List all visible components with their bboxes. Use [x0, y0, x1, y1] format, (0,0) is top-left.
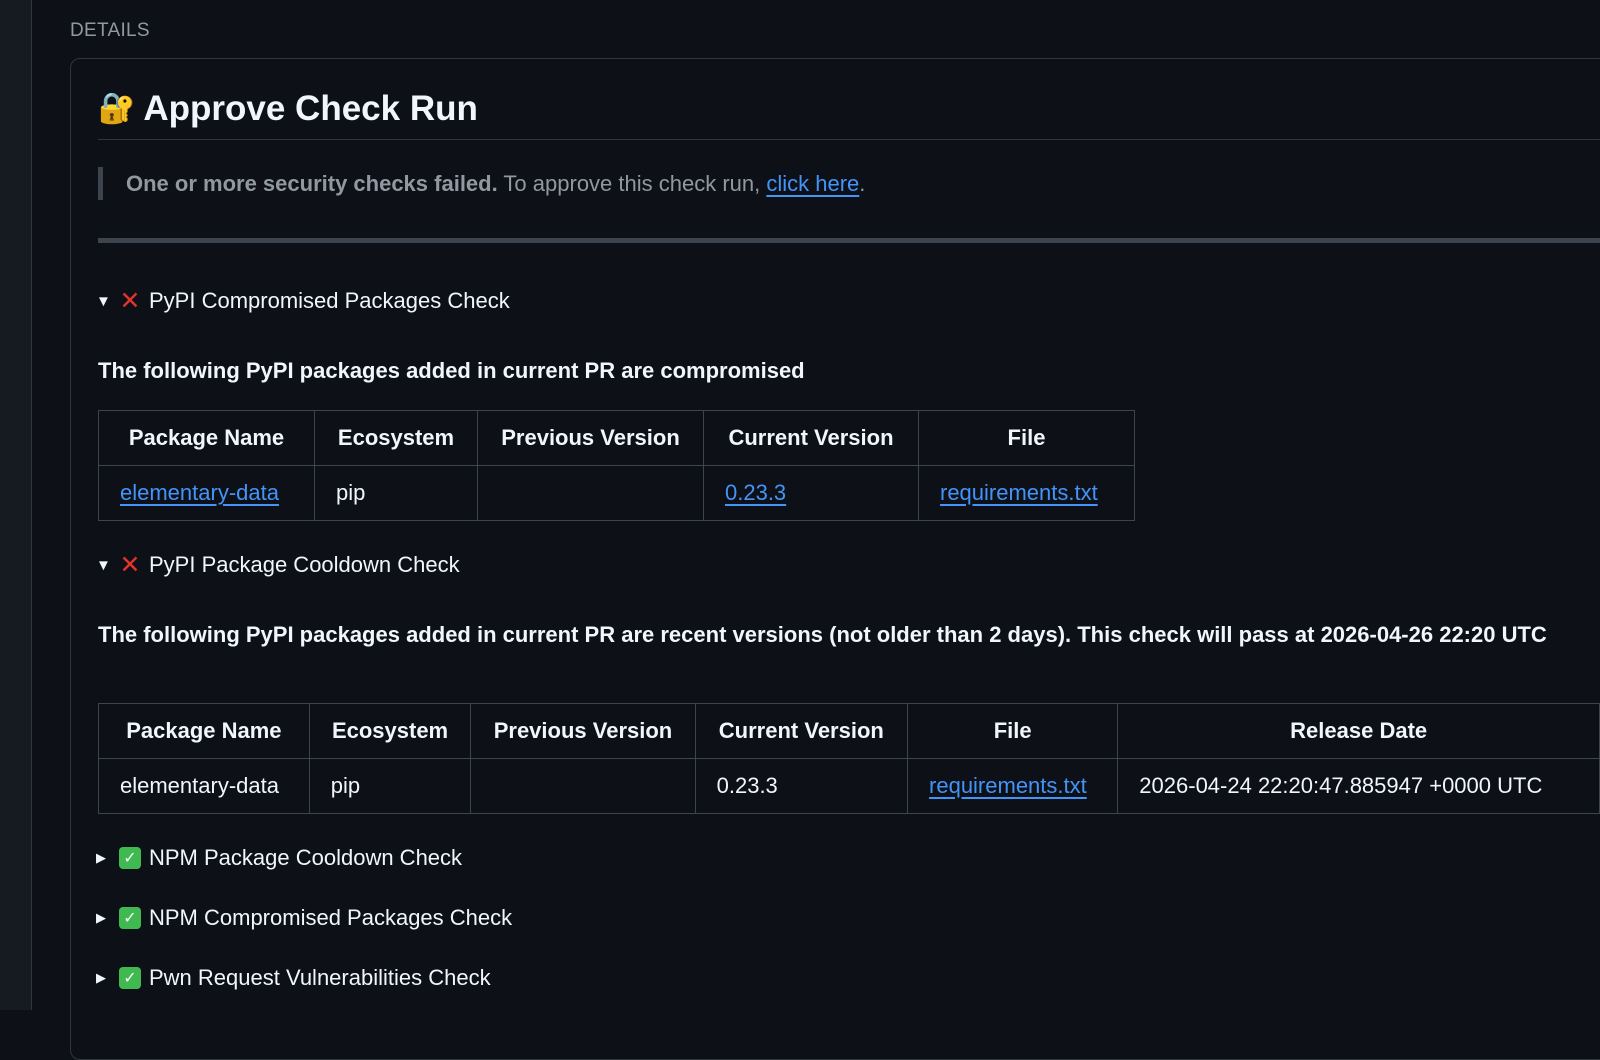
page-title: Approve Check Run — [143, 89, 478, 128]
section-label: DETAILS — [70, 20, 150, 41]
column-header: Package Name — [98, 703, 310, 759]
notice-end: . — [859, 170, 866, 196]
horizontal-rule — [98, 238, 1600, 243]
column-header: Previous Version — [477, 410, 704, 466]
column-header: Ecosystem — [314, 410, 478, 466]
fail-x-icon: ✕ — [119, 286, 141, 315]
column-header: Package Name — [98, 410, 315, 466]
column-header: File — [907, 703, 1119, 759]
notice-text: To approve this check run, — [497, 170, 767, 196]
pass-check-icon: ✓ — [118, 846, 142, 870]
caret-down-icon: ▼ — [96, 556, 111, 574]
file-link[interactable]: requirements.txt — [929, 773, 1087, 798]
caret-right-icon: ▶ — [96, 910, 106, 925]
column-header: File — [918, 410, 1135, 466]
column-header: Previous Version — [470, 703, 696, 759]
lock-key-icon: 🔐 — [98, 92, 136, 125]
column-header: Release Date — [1117, 703, 1600, 759]
previous-version-cell — [470, 758, 696, 814]
caret-right-icon: ▶ — [96, 970, 106, 985]
check-summary-pwn-request[interactable]: ▶ ✓ Pwn Request Vulnerabilities Check — [96, 963, 491, 993]
check-summary-pypi-compromised[interactable]: ▼ ✕ PyPI Compromised Packages Check — [96, 286, 510, 316]
check-label: Pwn Request Vulnerabilities Check — [149, 965, 491, 990]
check-label: PyPI Compromised Packages Check — [149, 288, 510, 313]
compromised-packages-table: Package Name Ecosystem Previous Version … — [98, 410, 1135, 521]
check-label: PyPI Package Cooldown Check — [149, 552, 460, 577]
ecosystem-cell: pip — [314, 465, 478, 521]
check-label: NPM Package Cooldown Check — [149, 845, 463, 870]
package-name-cell: elementary-data — [98, 465, 315, 521]
table-row: elementary-data pip 0.23.3 requirements.… — [98, 758, 1600, 814]
column-header: Current Version — [703, 410, 919, 466]
column-header: Ecosystem — [308, 703, 472, 759]
left-rail — [0, 0, 32, 1010]
package-link[interactable]: elementary-data — [120, 480, 279, 505]
check-run-title: 🔐 Approve Check Run — [98, 88, 478, 130]
fail-x-icon: ✕ — [119, 550, 141, 579]
check-description: The following PyPI packages added in cur… — [98, 358, 805, 383]
check-description: The following PyPI packages added in cur… — [98, 622, 1547, 647]
table-row: elementary-data pip 0.23.3 requirements.… — [98, 465, 1135, 521]
ecosystem-cell: pip — [308, 758, 472, 814]
approval-notice: One or more security checks failed. To a… — [98, 167, 865, 200]
table-header-row: Package Name Ecosystem Previous Version … — [98, 703, 1600, 759]
column-header: Current Version — [694, 703, 909, 759]
pass-check-icon: ✓ — [118, 966, 142, 990]
caret-right-icon: ▶ — [96, 850, 106, 865]
package-name-cell: elementary-data — [98, 758, 310, 814]
release-date-cell: 2026-04-24 22:20:47.885947 +0000 UTC — [1117, 758, 1600, 814]
previous-version-cell — [477, 465, 704, 521]
table-header-row: Package Name Ecosystem Previous Version … — [98, 410, 1135, 466]
title-divider — [98, 139, 1600, 140]
version-link[interactable]: 0.23.3 — [725, 480, 786, 505]
file-cell: requirements.txt — [907, 758, 1119, 814]
current-version-cell: 0.23.3 — [694, 758, 909, 814]
check-summary-pypi-cooldown[interactable]: ▼ ✕ PyPI Package Cooldown Check — [96, 550, 460, 580]
cooldown-packages-table: Package Name Ecosystem Previous Version … — [98, 703, 1600, 814]
check-summary-npm-compromised[interactable]: ▶ ✓ NPM Compromised Packages Check — [96, 903, 512, 933]
current-version-cell: 0.23.3 — [703, 465, 919, 521]
check-label: NPM Compromised Packages Check — [149, 905, 513, 930]
file-link[interactable]: requirements.txt — [940, 480, 1098, 505]
pass-check-icon: ✓ — [118, 906, 142, 930]
check-summary-npm-cooldown[interactable]: ▶ ✓ NPM Package Cooldown Check — [96, 843, 462, 873]
approve-link[interactable]: click here — [766, 171, 859, 197]
file-cell: requirements.txt — [918, 465, 1135, 521]
notice-bold-text: One or more security checks failed. — [126, 170, 498, 196]
caret-down-icon: ▼ — [96, 292, 111, 310]
